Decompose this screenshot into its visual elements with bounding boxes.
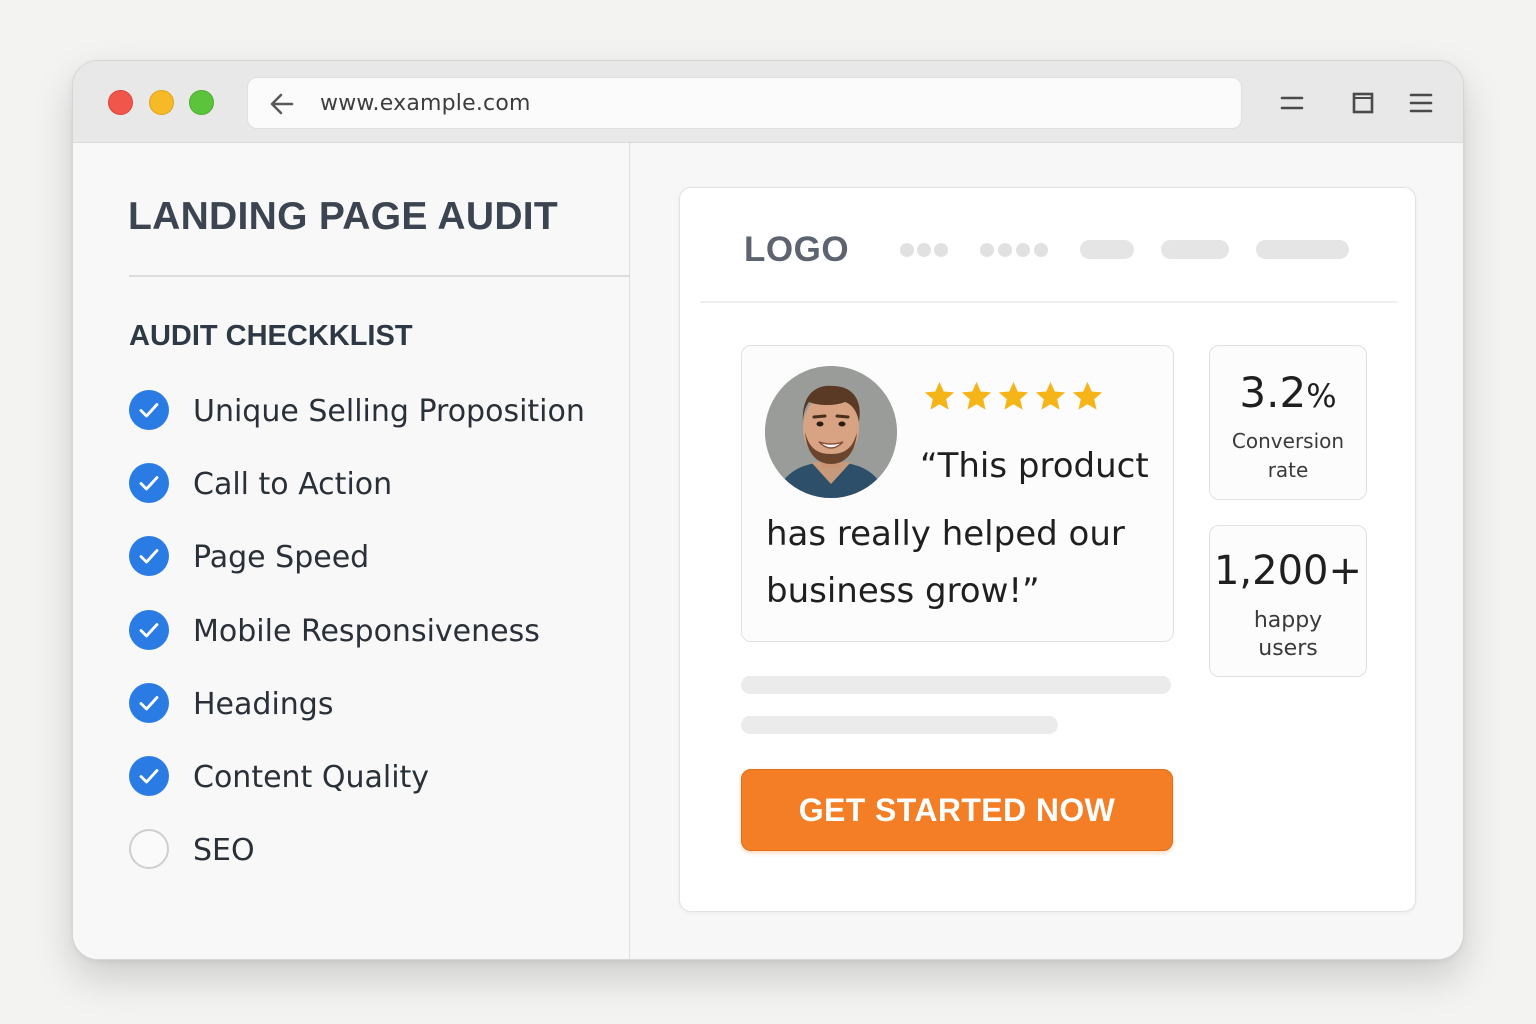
audit-panel: LANDING PAGE AUDIT AUDIT CHECKKLIST Uniq… <box>73 143 630 959</box>
nav-placeholder-dot <box>934 243 948 257</box>
window-icon[interactable] <box>1349 89 1377 117</box>
nav-placeholder-dot <box>998 243 1012 257</box>
checklist-item-label: Unique Selling Proposition <box>193 394 585 429</box>
star-rating <box>922 379 1105 414</box>
nav-placeholder-dot <box>980 243 994 257</box>
minimize-window-button[interactable] <box>149 90 174 115</box>
checked-checkbox-icon[interactable] <box>129 536 169 576</box>
text-placeholder-bar <box>741 676 1171 694</box>
testimonial-quote-line: business grow!” <box>766 571 1040 611</box>
browser-titlebar: www.example.com <box>73 61 1463 143</box>
star-icon <box>1035 381 1066 410</box>
get-started-button[interactable]: GET STARTED NOW <box>741 769 1173 851</box>
testimonial-quote-line: “This product <box>920 446 1149 486</box>
checklist-item[interactable]: Call to Action <box>129 461 609 505</box>
checklist-item[interactable]: Page Speed <box>129 534 609 578</box>
star-icon <box>1072 381 1103 410</box>
checklist-item-label: Content Quality <box>193 760 430 795</box>
conversion-rate-stat: 3.2% Conversion rate <box>1209 345 1367 500</box>
checked-checkbox-icon[interactable] <box>129 390 169 430</box>
title-divider <box>129 275 630 277</box>
header-divider <box>700 301 1397 303</box>
page-title: LANDING PAGE AUDIT <box>128 195 559 238</box>
checked-checkbox-icon[interactable] <box>129 463 169 503</box>
close-window-button[interactable] <box>108 90 133 115</box>
checked-checkbox-icon[interactable] <box>129 756 169 796</box>
maximize-window-button[interactable] <box>189 90 214 115</box>
checked-checkbox-icon[interactable] <box>129 610 169 650</box>
stat-unit: % <box>1306 377 1337 415</box>
address-bar[interactable]: www.example.com <box>247 77 1242 129</box>
checklist-item[interactable]: SEO <box>129 827 609 871</box>
happy-users-stat: 1,200+ happy users <box>1209 525 1367 677</box>
minimize-icon[interactable] <box>1278 89 1306 117</box>
stat-label-line: users <box>1258 636 1318 661</box>
checklist-item-label: Mobile Responsiveness <box>193 614 540 649</box>
browser-window: www.example.com LANDING PAGE AUDIT AUDIT… <box>72 60 1464 960</box>
nav-placeholder-dot <box>917 243 931 257</box>
checklist-item[interactable]: Mobile Responsiveness <box>129 608 609 652</box>
text-placeholder-bar <box>741 716 1058 734</box>
nav-placeholder-dot <box>1034 243 1048 257</box>
logo: LOGO <box>744 230 850 269</box>
stat-value: 1,200+ <box>1213 548 1363 594</box>
star-icon <box>924 381 955 410</box>
checklist-item[interactable]: Content Quality <box>129 754 609 798</box>
star-icon <box>998 381 1029 410</box>
checklist-item[interactable]: Headings <box>129 681 609 725</box>
nav-placeholder-link[interactable] <box>1256 240 1349 259</box>
star-icon <box>961 381 992 410</box>
checked-checkbox-icon[interactable] <box>129 683 169 723</box>
checklist-item-label: Page Speed <box>193 540 370 575</box>
stat-label-line: rate <box>1267 458 1309 482</box>
stat-label-line: Conversion <box>1231 429 1345 453</box>
back-arrow-icon[interactable] <box>268 90 296 118</box>
nav-placeholder-link[interactable] <box>1080 240 1134 259</box>
checklist-item-label: SEO <box>193 833 255 868</box>
checklist-item-label: Call to Action <box>193 467 393 502</box>
landing-page-preview: LOGO “This product has really helped our… <box>679 187 1416 912</box>
testimonial-quote-line: has really helped our <box>766 514 1125 554</box>
checklist-heading: AUDIT CHECKKLIST <box>129 320 413 352</box>
nav-placeholder-dot <box>900 243 914 257</box>
stat-number: 3.2 <box>1239 368 1307 417</box>
stat-label-line: happy <box>1253 608 1323 633</box>
menu-icon[interactable] <box>1407 89 1435 117</box>
unchecked-checkbox-icon[interactable] <box>129 829 169 869</box>
checklist-item[interactable]: Unique Selling Proposition <box>129 388 609 432</box>
nav-placeholder-dot <box>1016 243 1030 257</box>
stat-value: 3.2% <box>1210 368 1366 417</box>
checklist-item-label: Headings <box>193 687 334 722</box>
url-text[interactable]: www.example.com <box>320 91 531 116</box>
avatar <box>765 366 897 498</box>
nav-placeholder-link[interactable] <box>1161 240 1229 259</box>
avatar-image <box>765 366 897 498</box>
testimonial-card: “This product has really helped our busi… <box>741 345 1174 642</box>
